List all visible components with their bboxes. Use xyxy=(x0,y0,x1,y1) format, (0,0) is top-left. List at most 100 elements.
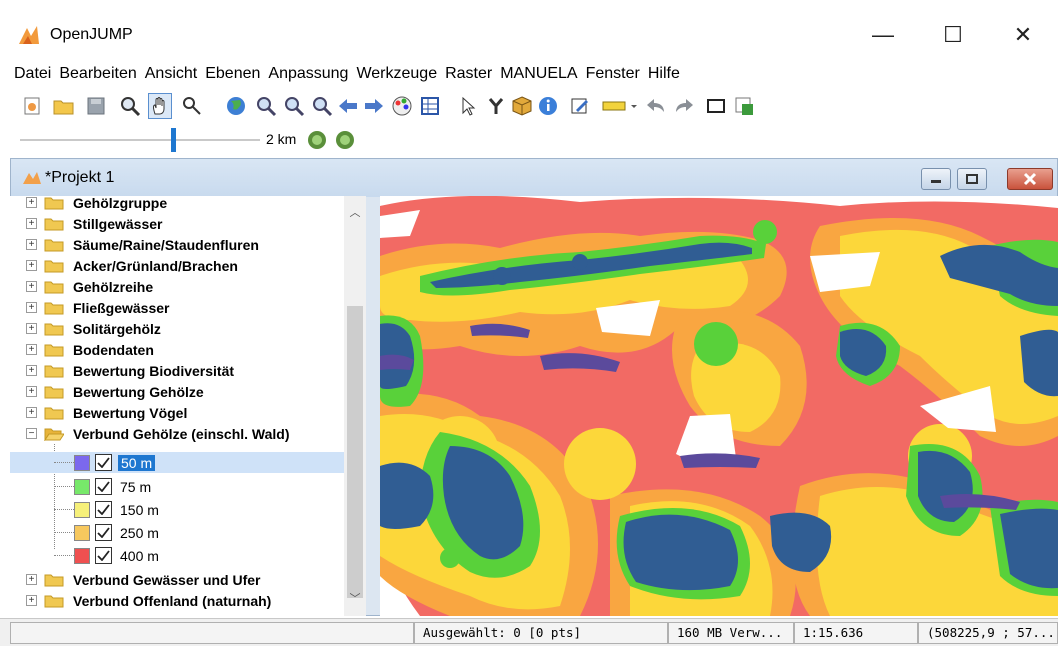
expand-plus-icon[interactable]: + xyxy=(26,323,37,334)
redo-icon[interactable] xyxy=(672,93,696,119)
menu-hilfe[interactable]: Hilfe xyxy=(644,62,684,86)
expand-plus-icon[interactable]: + xyxy=(26,386,37,397)
layer-item-250m[interactable]: 250 m xyxy=(10,522,344,543)
expand-plus-icon[interactable]: + xyxy=(26,260,37,271)
tree-connector xyxy=(54,462,74,463)
zoom-scale-label: 2 km xyxy=(266,131,297,147)
window-titlebar: OpenJUMP — ☐ ✕ xyxy=(0,0,1058,60)
tree-category[interactable]: + Verbund Offenland (naturnah) xyxy=(10,590,344,611)
folder-icon xyxy=(44,281,64,294)
tree-category[interactable]: + Stillgewässer xyxy=(10,213,344,234)
measure-ruler-icon[interactable] xyxy=(600,93,638,119)
expand-plus-icon[interactable]: + xyxy=(26,595,37,606)
save-icon[interactable] xyxy=(84,93,108,119)
collapse-minus-icon[interactable]: − xyxy=(26,428,37,439)
new-project-icon[interactable] xyxy=(20,93,44,119)
zoom-icon[interactable] xyxy=(118,93,142,119)
layer-visibility-checkbox[interactable] xyxy=(95,524,112,541)
folder-icon xyxy=(44,595,64,608)
project-icon xyxy=(23,172,41,184)
package-icon[interactable] xyxy=(510,93,534,119)
menu-werkzeuge[interactable]: Werkzeuge xyxy=(352,62,441,86)
tree-category[interactable]: + Acker/Grünland/Brachen xyxy=(10,255,344,276)
layer-item-50m[interactable]: 50 m xyxy=(10,452,344,473)
attribute-table-icon[interactable] xyxy=(418,93,442,119)
expand-plus-icon[interactable]: + xyxy=(26,344,37,355)
layer-visibility-checkbox[interactable] xyxy=(95,478,112,495)
globe-icon[interactable] xyxy=(224,93,248,119)
tree-category[interactable]: + Bewertung Biodiversität xyxy=(10,360,344,381)
layer-visibility-checkbox[interactable] xyxy=(95,501,112,518)
style-palette-icon[interactable] xyxy=(390,93,414,119)
folder-icon xyxy=(44,239,64,252)
project-close-button[interactable] xyxy=(1007,168,1053,190)
menu-datei[interactable]: Datei xyxy=(0,62,55,86)
layer-color-swatch xyxy=(74,478,90,495)
expand-plus-icon[interactable]: + xyxy=(26,197,37,208)
menu-raster[interactable]: Raster xyxy=(441,62,496,86)
tree-category[interactable]: + Bewertung Vögel xyxy=(10,402,344,423)
toolbar xyxy=(20,93,840,121)
project-maximize-button[interactable] xyxy=(957,168,987,190)
zoom-out-globe-icon[interactable] xyxy=(334,129,356,151)
zoom-slider-thumb[interactable] xyxy=(171,128,176,152)
zoom-tool-icon[interactable] xyxy=(180,93,204,119)
tree-category[interactable]: + Solitärgehölz xyxy=(10,318,344,339)
project-minimize-button[interactable] xyxy=(921,168,951,190)
open-folder-icon[interactable] xyxy=(52,93,76,119)
tree-category-expanded[interactable]: − Verbund Gehölze (einschl. Wald) xyxy=(10,423,344,444)
minimize-button[interactable]: — xyxy=(860,14,906,56)
tree-category[interactable]: + Fließgewässer xyxy=(10,297,344,318)
back-arrow-icon[interactable] xyxy=(336,93,360,119)
menu-fenster[interactable]: Fenster xyxy=(582,62,644,86)
menu-ansicht[interactable]: Ansicht xyxy=(141,62,201,86)
menu-bearbeiten[interactable]: Bearbeiten xyxy=(55,62,140,86)
map-canvas[interactable] xyxy=(380,196,1058,616)
expand-plus-icon[interactable]: + xyxy=(26,302,37,313)
zoom-previous-icon[interactable] xyxy=(282,93,306,119)
tree-category[interactable]: + Bewertung Gehölze xyxy=(10,381,344,402)
tree-category[interactable]: + Verbund Gewässer und Ufer xyxy=(10,569,344,590)
layer-visibility-checkbox[interactable] xyxy=(95,547,112,564)
layer-visibility-checkbox[interactable] xyxy=(95,454,112,471)
expand-plus-icon[interactable]: + xyxy=(26,407,37,418)
menu-ebenen[interactable]: Ebenen xyxy=(201,62,264,86)
layer-item-75m[interactable]: 75 m xyxy=(10,476,344,497)
scroll-up-icon[interactable]: ︿ xyxy=(344,202,366,222)
zoom-slider-track[interactable] xyxy=(20,139,260,141)
close-button[interactable]: ✕ xyxy=(1000,14,1046,56)
status-coordinates: (508225,9 ; 57... xyxy=(918,622,1058,644)
layer-item-150m[interactable]: 150 m xyxy=(10,499,344,520)
frame-icon[interactable] xyxy=(704,93,728,119)
folder-icon xyxy=(44,323,64,336)
tree-category[interactable]: + Säume/Raine/Staudenfluren xyxy=(10,234,344,255)
scroll-down-icon[interactable]: ﹀ xyxy=(344,588,366,608)
status-bar: Ausgewählt: 0 [0 pts] 160 MB Verw... 1:1… xyxy=(0,618,1058,646)
undo-icon[interactable] xyxy=(644,93,668,119)
zoom-extent-icon[interactable] xyxy=(254,93,278,119)
expand-plus-icon[interactable]: + xyxy=(26,281,37,292)
tree-category[interactable]: + Gehölzgruppe xyxy=(10,196,344,213)
expand-plus-icon[interactable]: + xyxy=(26,365,37,376)
tree-connector xyxy=(54,532,74,533)
tree-category[interactable]: + Gehölzreihe xyxy=(10,276,344,297)
menu-anpassung[interactable]: Anpassung xyxy=(264,62,352,86)
expand-plus-icon[interactable]: + xyxy=(26,239,37,250)
move-tool-icon[interactable] xyxy=(484,93,508,119)
zoom-next-icon[interactable] xyxy=(310,93,334,119)
plugin-icon[interactable] xyxy=(732,93,756,119)
scrollbar-thumb[interactable] xyxy=(347,306,363,598)
expand-plus-icon[interactable]: + xyxy=(26,574,37,585)
maximize-button[interactable]: ☐ xyxy=(930,14,976,56)
select-pointer-icon[interactable] xyxy=(456,93,480,119)
forward-arrow-icon[interactable] xyxy=(362,93,386,119)
expand-plus-icon[interactable]: + xyxy=(26,218,37,229)
tree-scrollbar[interactable]: ︿ ﹀ xyxy=(344,196,366,616)
tree-category[interactable]: + Bodendaten xyxy=(10,339,344,360)
edit-icon[interactable] xyxy=(568,93,592,119)
pan-hand-icon[interactable] xyxy=(148,93,172,119)
menu-manuela[interactable]: MANUELA xyxy=(496,62,581,86)
layer-item-400m[interactable]: 400 m xyxy=(10,545,344,566)
zoom-in-globe-icon[interactable] xyxy=(306,129,328,151)
info-icon[interactable] xyxy=(536,93,560,119)
